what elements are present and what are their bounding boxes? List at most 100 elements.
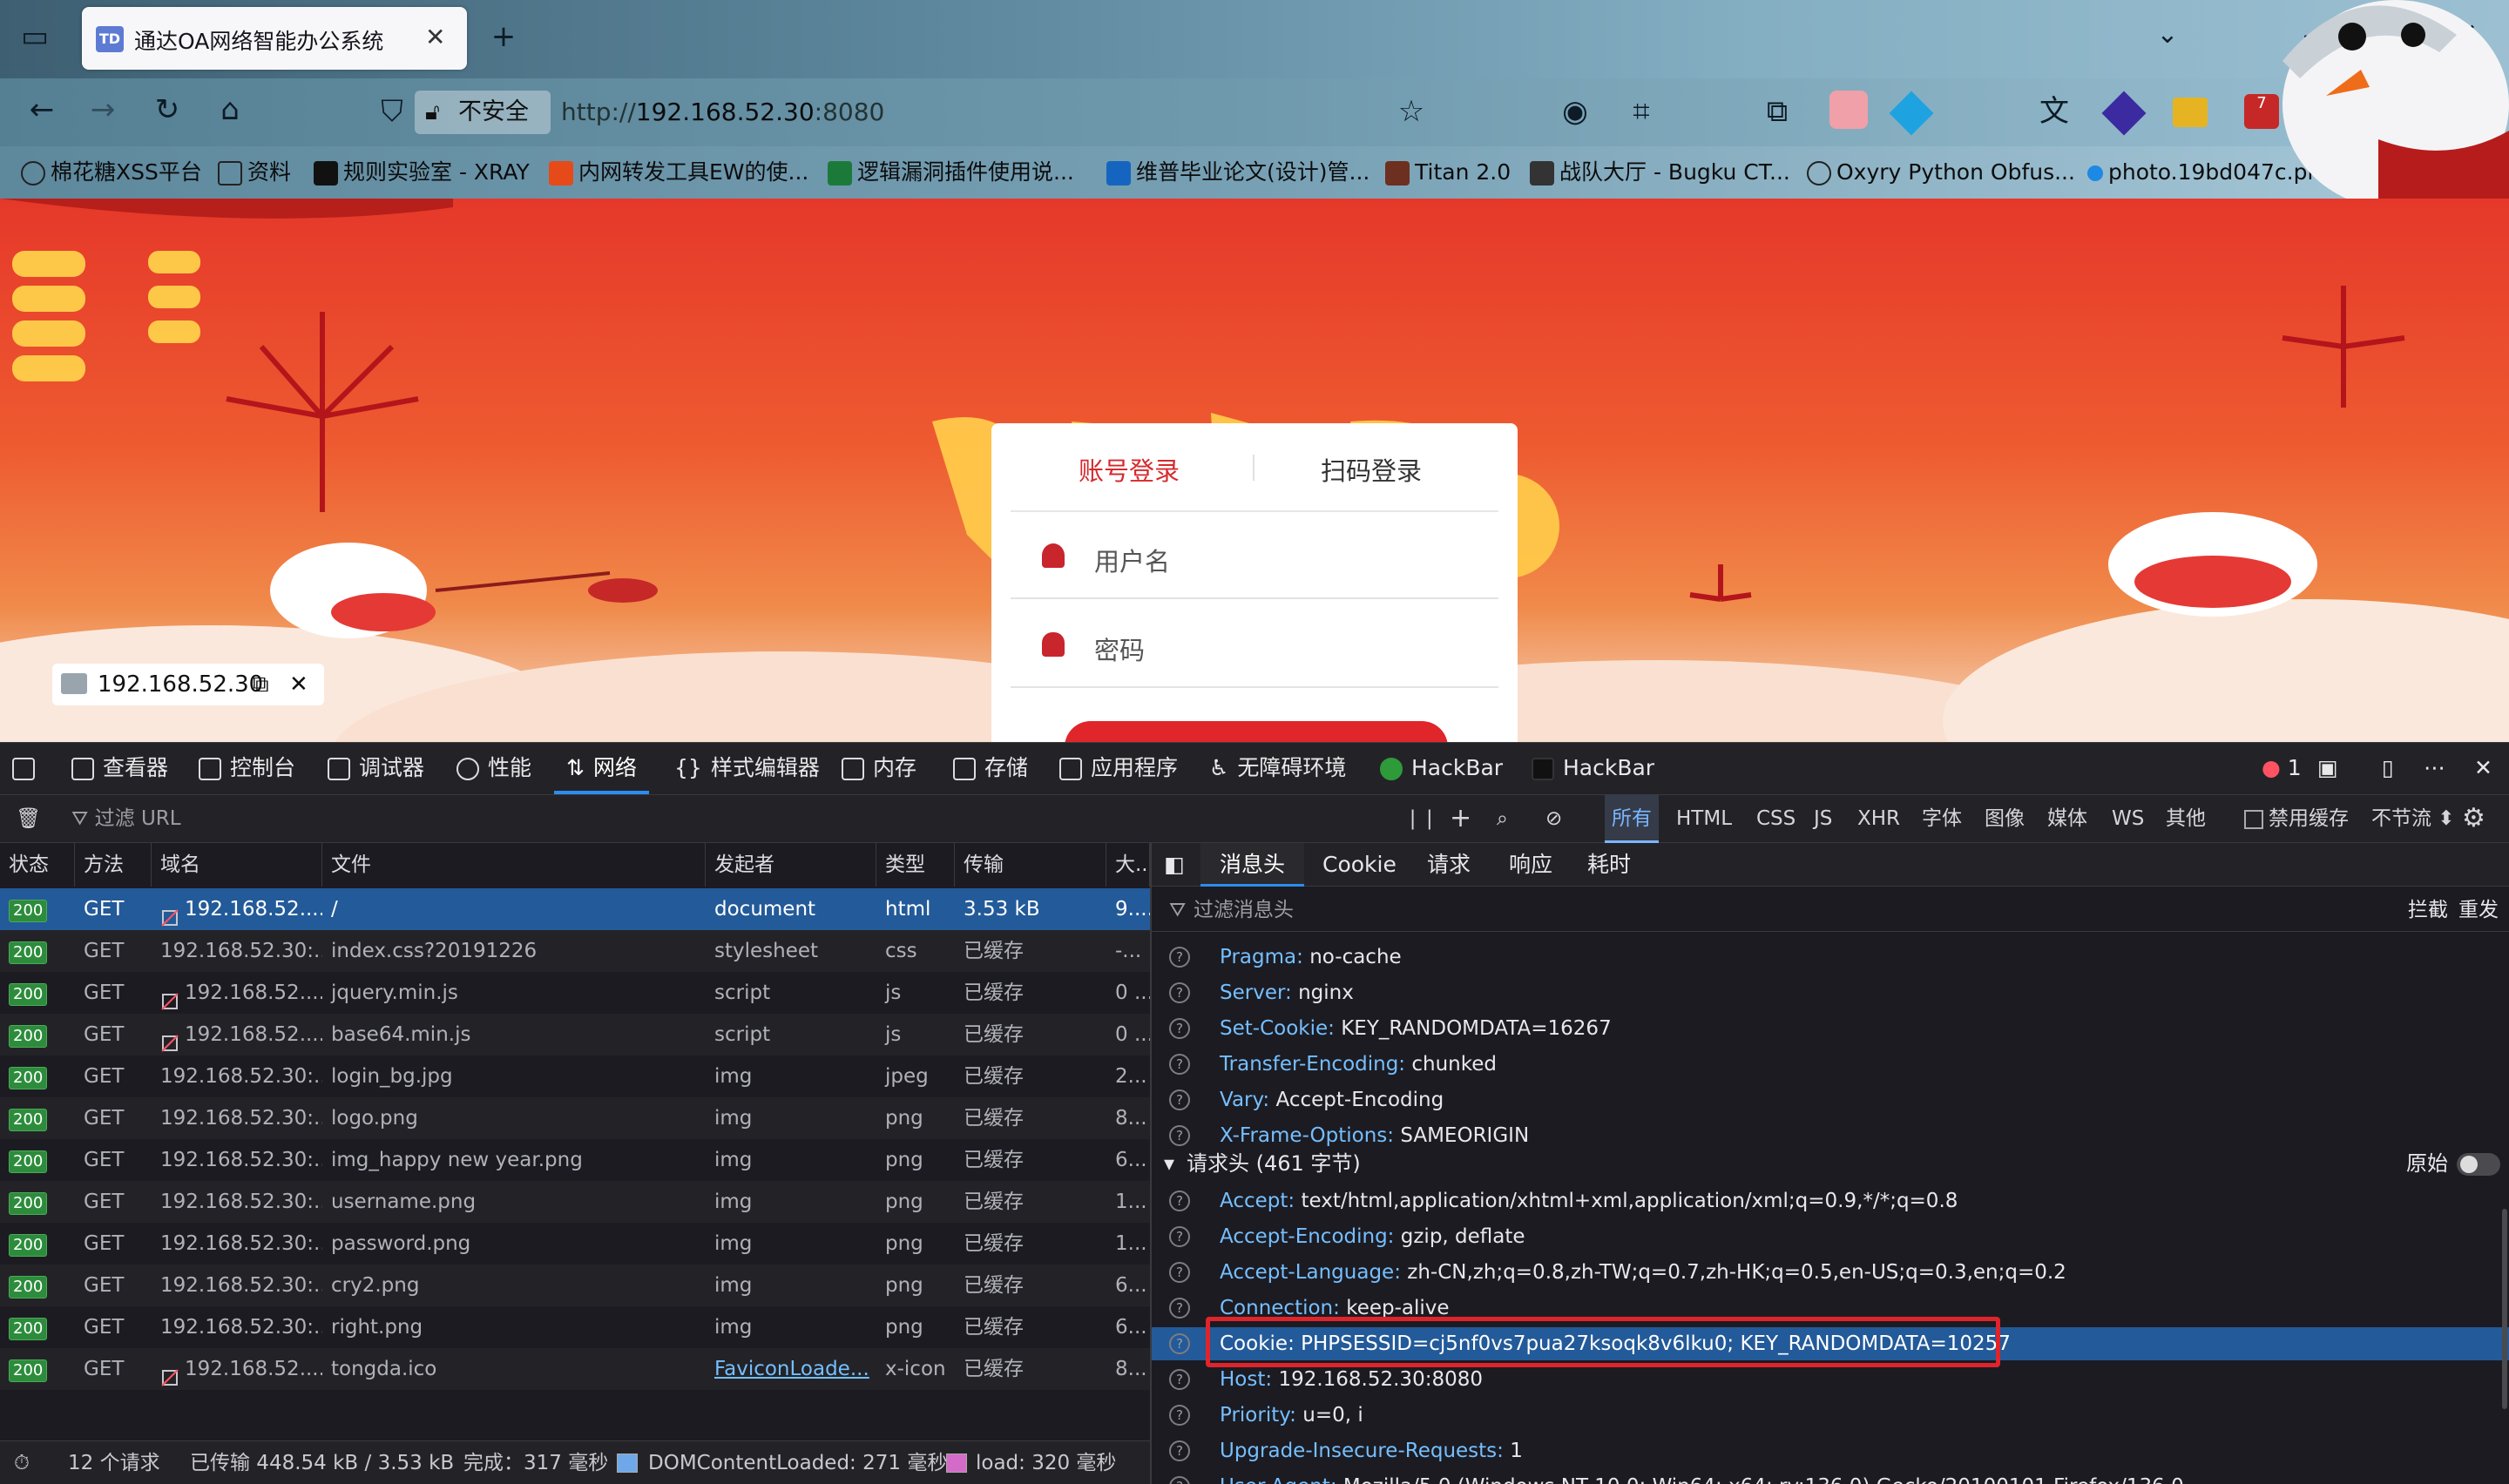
pick-element-icon[interactable]	[12, 742, 44, 794]
header-line[interactable]: ? Host: 192.168.52.30:8080	[1152, 1363, 2509, 1396]
tool-performance[interactable]: 性能	[456, 742, 531, 794]
crop-icon[interactable]: ⌗	[1622, 94, 1660, 132]
help-icon[interactable]: ?	[1169, 1262, 1190, 1283]
header-line[interactable]: ? Upgrade-Insecure-Requests: 1	[1152, 1434, 2509, 1467]
col-file[interactable]: 文件	[322, 843, 706, 887]
extension-icon[interactable]	[2173, 98, 2208, 127]
tool-debugger[interactable]: 调试器	[328, 742, 424, 794]
filter-type-all[interactable]: 所有	[1605, 794, 1659, 843]
table-row[interactable]: 200 GET 192.168.52.30:... img_happy new yea…	[0, 1139, 1150, 1181]
filter-type-media[interactable]: 媒体	[2047, 794, 2087, 843]
bookmark-item[interactable]: Titan 2.0	[1385, 155, 1511, 190]
filter-type-html[interactable]: HTML	[1676, 794, 1732, 843]
header-line[interactable]: ? Priority: u=0, i	[1152, 1399, 2509, 1432]
header-line[interactable]: ? Accept: text/html,application/xhtml+xml…	[1152, 1184, 2509, 1218]
bookmark-folder[interactable]: 资料	[218, 155, 291, 190]
table-row[interactable]: 200 GET 192.168.52.... / document html 3.53 kB…	[0, 888, 1150, 930]
reload-icon[interactable]: ↻	[148, 92, 186, 131]
home-icon[interactable]: ⌂	[211, 92, 249, 131]
search-icon[interactable]: ⌕	[1497, 794, 1508, 843]
list-tabs-icon[interactable]: ⌄	[2148, 17, 2187, 56]
pause-icon[interactable]: ❘❘	[1404, 794, 1438, 843]
header-line[interactable]: ? Server: nginx	[1152, 976, 2509, 1009]
tool-memory[interactable]: 内存	[842, 742, 916, 794]
username-field[interactable]: 用户名	[1011, 512, 1498, 599]
tab-response[interactable]: 响应	[1509, 843, 1552, 887]
table-row[interactable]: 200 GET 192.168.52.... tongda.ico FaviconLoa…	[0, 1348, 1150, 1390]
login-button[interactable]	[1065, 721, 1448, 742]
bookmark-item[interactable]: 棉花糖XSS平台	[21, 155, 202, 190]
tool-hackbar-2[interactable]: HackBar	[1532, 742, 1654, 794]
tool-accessibility[interactable]: ♿︎ 无障碍环境	[1209, 742, 1346, 794]
col-type[interactable]: 类型	[876, 843, 955, 887]
help-icon[interactable]: ?	[1169, 1089, 1190, 1110]
tab-headers[interactable]: 消息头	[1200, 843, 1305, 887]
header-line[interactable]: ? Accept-Language: zh-CN,zh;q=0.8,zh-TW;q…	[1152, 1256, 2509, 1289]
header-line[interactable]: ? Pragma: no-cache	[1152, 941, 2509, 974]
table-row[interactable]: 200 GET 192.168.52.30:... logo.png img png 已缓存…	[0, 1097, 1150, 1139]
tab-cookie[interactable]: Cookie	[1322, 843, 1397, 887]
toggle-sidebar-icon[interactable]: ◧	[1164, 843, 1185, 887]
more-options-icon[interactable]: ⋯	[2424, 742, 2445, 794]
help-icon[interactable]: ?	[1169, 947, 1190, 968]
bookmark-item[interactable]: 逻辑漏洞插件使用说...	[828, 155, 1074, 190]
tab-account-login[interactable]: 账号登录	[1079, 451, 1180, 488]
shield-icon[interactable]: ⛉	[373, 94, 411, 132]
table-row[interactable]: 200 GET 192.168.52.30:... index.css?2019122…	[0, 930, 1150, 972]
url-text[interactable]: http://192.168.52.30:8080	[561, 98, 884, 126]
block-button[interactable]: 拦截	[2408, 888, 2448, 932]
header-line[interactable]: ? Set-Cookie: KEY_RANDOMDATA=16267	[1152, 1012, 2509, 1045]
tab-overview-icon[interactable]: ▭	[16, 19, 54, 57]
account-icon[interactable]: ◉	[1556, 94, 1594, 132]
table-row[interactable]: 200 GET 192.168.52.... jquery.min.js script j…	[0, 972, 1150, 1014]
request-headers-section[interactable]: ▾ 请求头 (461 字节) 原始	[1152, 1144, 2509, 1183]
tool-application[interactable]: 应用程序	[1059, 742, 1178, 794]
filter-type-ws[interactable]: WS	[2112, 794, 2144, 843]
header-line[interactable]: ? Vary: Accept-Encoding	[1152, 1083, 2509, 1116]
table-row[interactable]: 200 GET 192.168.52.30:... username.png img pn…	[0, 1181, 1150, 1223]
col-initiator[interactable]: 发起者	[706, 843, 876, 887]
close-icon[interactable]: ✕	[289, 664, 308, 705]
filter-type-js[interactable]: JS	[1814, 794, 1832, 843]
scrollbar[interactable]	[2502, 1209, 2507, 1409]
col-domain[interactable]: 域名	[152, 843, 322, 887]
col-method[interactable]: 方法	[75, 843, 152, 887]
extension-icon[interactable]	[1829, 91, 1868, 129]
new-tab-button[interactable]: +	[484, 19, 523, 57]
filter-type-xhr[interactable]: XHR	[1857, 794, 1900, 843]
tool-inspector[interactable]: 查看器	[71, 742, 168, 794]
clear-log-trash-icon[interactable]: 🗑︎	[16, 794, 41, 843]
tab-request[interactable]: 请求	[1427, 843, 1471, 887]
help-icon[interactable]: ?	[1169, 1191, 1190, 1211]
block-icon[interactable]: ⊘	[1545, 794, 1562, 843]
browser-tab[interactable]: TD 通达OA网络智能办公系统 ✕	[82, 7, 467, 70]
table-row[interactable]: 200 GET 192.168.52.30:... right.png img png 已缓…	[0, 1306, 1150, 1348]
responsive-icon[interactable]: ▣	[2317, 742, 2338, 794]
tab-qr-login[interactable]: 扫码登录	[1321, 451, 1422, 488]
header-line[interactable]: ? User-Agent: Mozilla/5.0 (Windows NT 10.…	[1152, 1470, 2509, 1484]
dock-icon[interactable]: ▯	[2382, 742, 2394, 794]
tab-timings[interactable]: 耗时	[1587, 843, 1631, 887]
filter-url-input[interactable]: ⛛ 过滤 URL	[71, 794, 1361, 843]
help-icon[interactable]: ?	[1169, 1054, 1190, 1075]
password-field[interactable]: 密码	[1011, 601, 1498, 688]
header-line[interactable]: ? Transfer-Encoding: chunked	[1152, 1048, 2509, 1081]
close-devtools-icon[interactable]: ✕	[2474, 742, 2492, 794]
help-icon[interactable]: ?	[1169, 1298, 1190, 1319]
raw-toggle[interactable]	[2457, 1153, 2500, 1176]
tool-hackbar[interactable]: HackBar	[1380, 742, 1503, 794]
help-icon[interactable]: ?	[1169, 1333, 1190, 1354]
back-icon[interactable]: ←	[23, 92, 61, 131]
header-line[interactable]: ? Accept-Encoding: gzip, deflate	[1152, 1220, 2509, 1253]
copy-icon[interactable]: ⧉	[253, 664, 269, 705]
tool-network[interactable]: ⇅ 网络	[554, 742, 649, 794]
bookmark-item[interactable]: 规则实验室 - XRAY	[314, 155, 530, 190]
help-icon[interactable]: ?	[1169, 982, 1190, 1003]
help-icon[interactable]: ?	[1169, 1405, 1190, 1426]
tool-storage[interactable]: 存储	[953, 742, 1028, 794]
filter-type-other[interactable]: 其他	[2166, 794, 2206, 843]
insecure-badge[interactable]: 🔓︎ 不安全	[415, 91, 551, 134]
tool-console[interactable]: 控制台	[199, 742, 295, 794]
bookmark-item[interactable]: 内网转发工具EW的使...	[549, 155, 808, 190]
throttle-select[interactable]: 不节流 ⬍	[2371, 794, 2455, 843]
